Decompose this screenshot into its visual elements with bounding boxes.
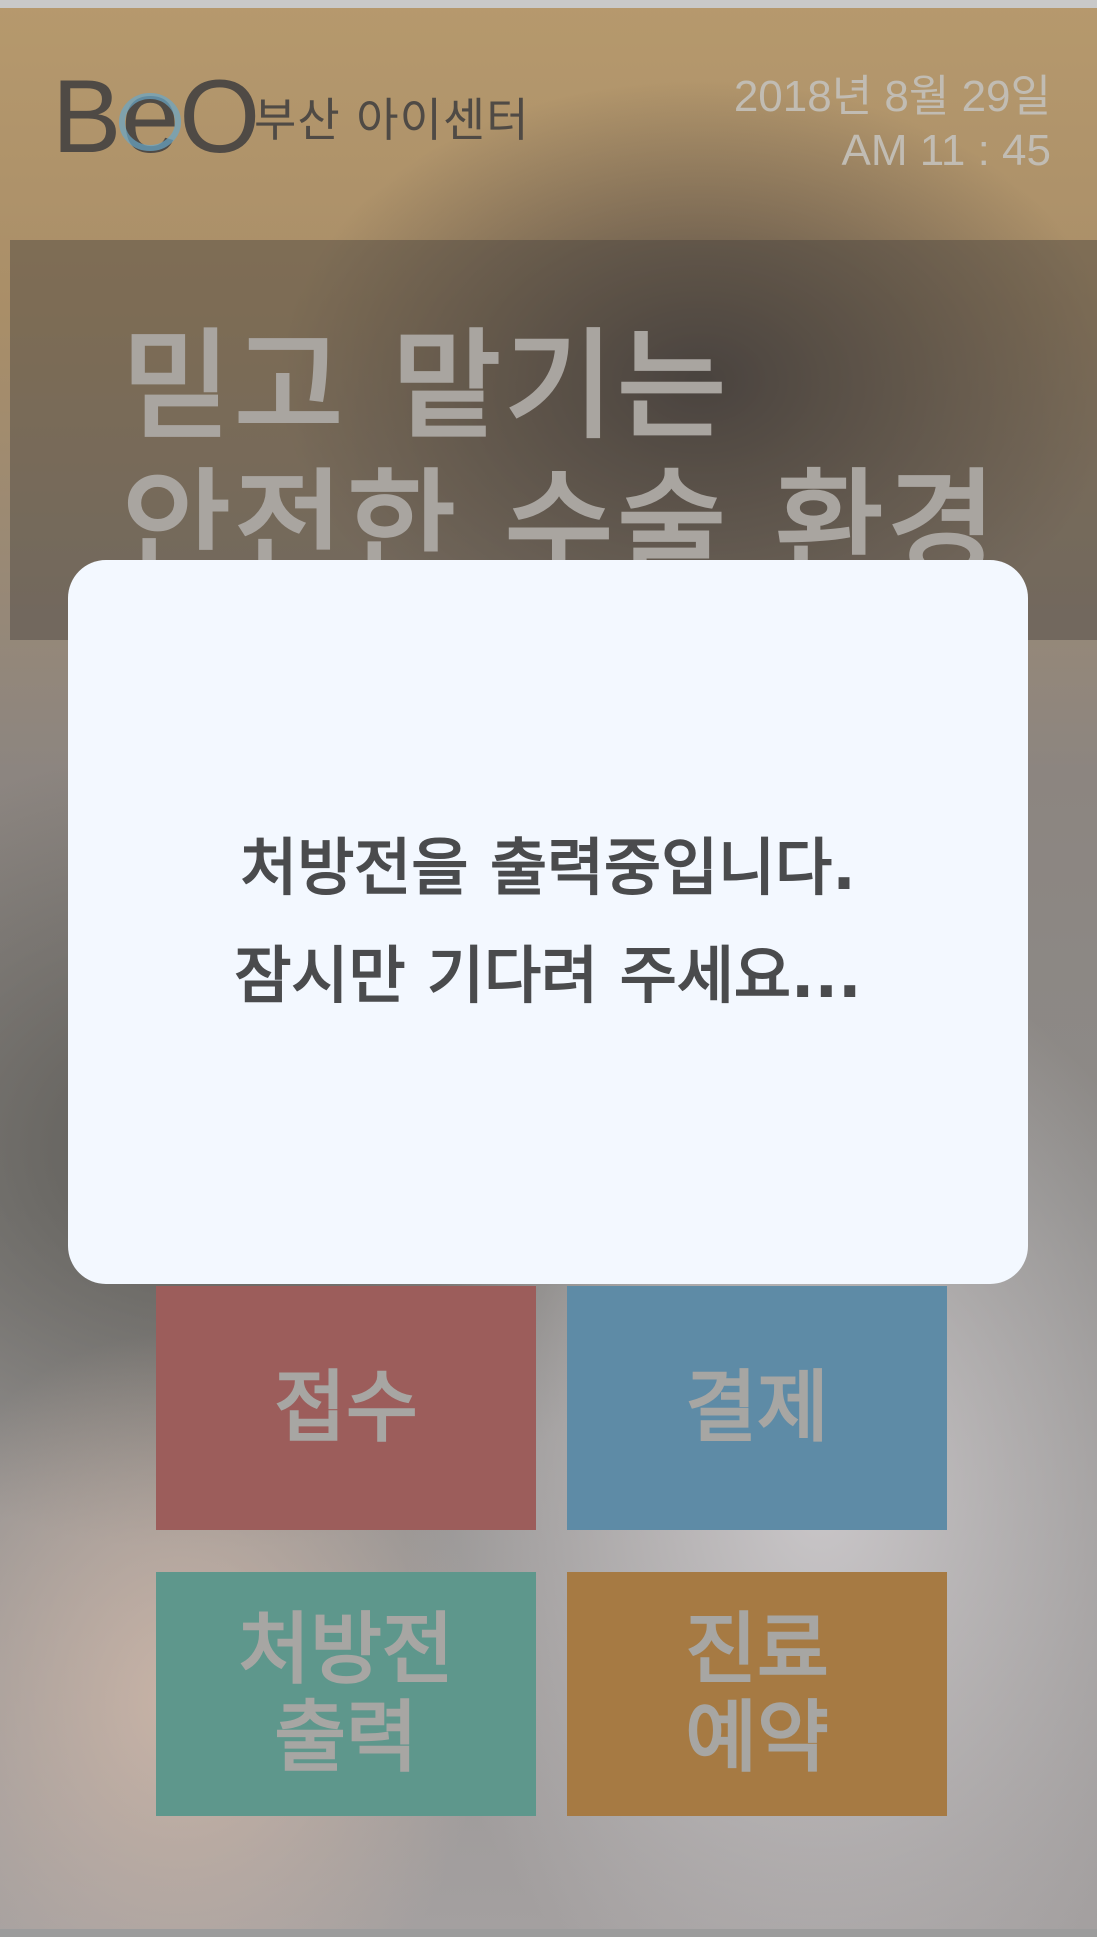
- dialog-message-line1: 처방전을 출력중입니다.: [240, 831, 856, 904]
- printing-dialog: 처방전을 출력중입니다. 잠시만 기다려 주세요...: [68, 560, 1028, 1284]
- kiosk-screen: BeO 부산 아이센터 2018년 8월 29일 AM 11 : 45 믿고 맡…: [0, 0, 1097, 1937]
- bottom-border: [0, 1929, 1097, 1937]
- dialog-message-line2: 잠시만 기다려 주세요...: [234, 939, 862, 1012]
